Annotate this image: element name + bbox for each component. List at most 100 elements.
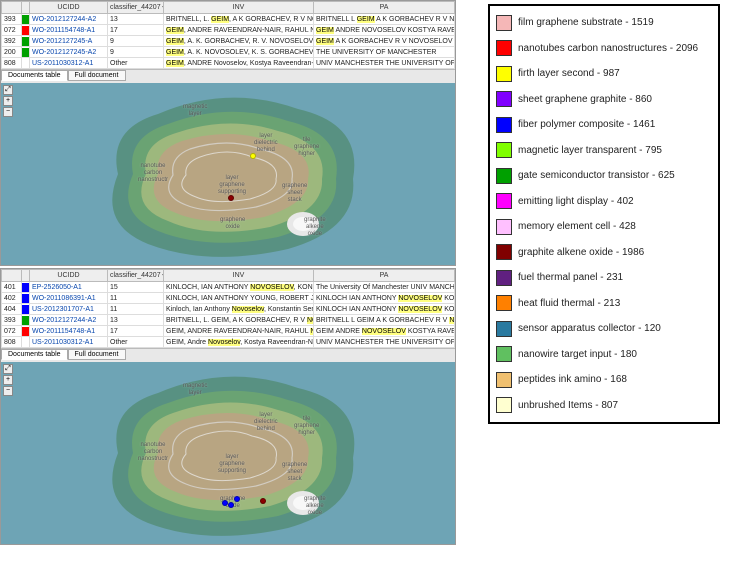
island-label: graphenesheetstack <box>282 462 307 483</box>
table-row[interactable]: 402 WO-2011086391-A1 11 KINLOCH, IAN ANT… <box>2 293 455 304</box>
table-row[interactable]: 392 WO-2012127245-A 9 GEIM, A. K. GORBAC… <box>2 36 455 47</box>
col-inv[interactable]: INV <box>164 270 314 282</box>
legend-item[interactable]: magnetic layer transparent - 795 <box>494 138 714 164</box>
legend-label: magnetic layer transparent - 795 <box>518 145 662 156</box>
table-row[interactable]: 072 WO-2011154748-A1 17 GEIM, ANDRE RAVE… <box>2 326 455 337</box>
ucidd-link[interactable]: US-2011030312-A1 <box>30 337 108 348</box>
ucidd-link[interactable]: WO-2012127245-A <box>30 36 108 47</box>
inv-cell: BRITNELL, L. GEIM, A K GORBACHEV, R V NO… <box>164 14 314 25</box>
map-marker[interactable] <box>260 498 266 504</box>
pa-cell: GEIM ANDRE NOVOSELOV KOSTYA RAVEENDRAN-N… <box>314 25 455 36</box>
table-row[interactable]: 401 EP-2526050-A1 15 KINLOCH, IAN ANTHON… <box>2 282 455 293</box>
island-label: grapheneoxide <box>220 217 245 231</box>
map-marker[interactable] <box>228 195 234 201</box>
col-index[interactable] <box>2 270 22 282</box>
zoom-out-button[interactable]: − <box>3 107 13 117</box>
table-row[interactable]: 808 US-2011030312-A1 Other GEIM, ANDRE N… <box>2 58 455 69</box>
island-label: graphenesheetstack <box>282 183 307 204</box>
row-index: 401 <box>2 282 22 293</box>
ucidd-link[interactable]: EP-2526050-A1 <box>30 282 108 293</box>
legend-swatch <box>496 295 512 311</box>
classifier-cell: 17 <box>108 25 164 36</box>
row-index: 404 <box>2 304 22 315</box>
results-table: UCIDD classifier_44207 INV PA 401 EP-252… <box>1 269 455 348</box>
legend-label: peptides ink amino - 168 <box>518 374 627 385</box>
ucidd-link[interactable]: WO-2012127244-A2 <box>30 14 108 25</box>
ucidd-link[interactable]: US-2012301707-A1 <box>30 304 108 315</box>
legend-item[interactable]: nanowire target input - 180 <box>494 342 714 368</box>
tab-documents[interactable]: Documents table <box>1 349 68 360</box>
tab-documents[interactable]: Documents table <box>1 70 68 81</box>
legend-label: film graphene substrate - 1519 <box>518 17 654 28</box>
map-marker[interactable] <box>250 153 256 159</box>
ucidd-link[interactable]: WO-2011086391-A1 <box>30 293 108 304</box>
row-index: 392 <box>2 36 22 47</box>
ucidd-link[interactable]: WO-2012127244-A2 <box>30 315 108 326</box>
table-row[interactable]: 200 WO-2012127245-A2 9 GEIM, A. K. NOVOS… <box>2 47 455 58</box>
legend-item[interactable]: sensor apparatus collector - 120 <box>494 316 714 342</box>
legend-label: emitting light display - 402 <box>518 196 634 207</box>
legend-item[interactable]: memory element cell - 428 <box>494 214 714 240</box>
legend-item[interactable]: unbrushed Items - 807 <box>494 393 714 419</box>
legend-swatch <box>496 270 512 286</box>
inv-cell: KINLOCH, IAN ANTHONY NOVOSELOV, KONSTANT… <box>164 282 314 293</box>
col-swatch[interactable] <box>22 2 30 14</box>
legend-item[interactable]: fuel thermal panel - 231 <box>494 265 714 291</box>
legend-item[interactable]: sheet graphene graphite - 860 <box>494 87 714 113</box>
row-swatch <box>22 337 30 348</box>
legend-item[interactable]: heat fluid thermal - 213 <box>494 291 714 317</box>
ucidd-link[interactable]: WO-2011154748-A1 <box>30 326 108 337</box>
legend-label: fuel thermal panel - 231 <box>518 272 623 283</box>
tab-full-document[interactable]: Full document <box>68 70 126 81</box>
ucidd-link[interactable]: WO-2012127245-A2 <box>30 47 108 58</box>
legend-label: nanotubes carbon nanostructures - 2096 <box>518 43 698 54</box>
legend-item[interactable]: fiber polymer composite - 1461 <box>494 112 714 138</box>
tab-full-document[interactable]: Full document <box>68 349 126 360</box>
cluster-map[interactable]: ⤢ + − magneticlayernanotubecarbonnanostr… <box>1 362 455 544</box>
col-classifier[interactable]: classifier_44207 <box>108 270 164 282</box>
legend-label: unbrushed Items - 807 <box>518 400 618 411</box>
row-index: 402 <box>2 293 22 304</box>
legend-item[interactable]: firth layer second - 987 <box>494 61 714 87</box>
row-swatch <box>22 304 30 315</box>
col-ucidd[interactable]: UCIDD <box>30 270 108 282</box>
col-swatch[interactable] <box>22 270 30 282</box>
table-row[interactable]: 808 US-2011030312-A1 Other GEIM, Andre N… <box>2 337 455 348</box>
col-index[interactable] <box>2 2 22 14</box>
col-ucidd[interactable]: UCIDD <box>30 2 108 14</box>
ucidd-link[interactable]: US-2011030312-A1 <box>30 58 108 69</box>
classifier-cell: 15 <box>108 282 164 293</box>
ucidd-link[interactable]: WO-2011154748-A1 <box>30 25 108 36</box>
zoom-in-button[interactable]: + <box>3 375 13 385</box>
expand-icon[interactable]: ⤢ <box>3 364 13 374</box>
legend-item[interactable]: peptides ink amino - 168 <box>494 367 714 393</box>
col-pa[interactable]: PA <box>314 270 455 282</box>
inv-cell: GEIM, Andre Novoselov, Kostya Raveendran… <box>164 337 314 348</box>
table-row[interactable]: 404 US-2012301707-A1 11 Kinloch, Ian Ant… <box>2 304 455 315</box>
classifier-cell: Other <box>108 337 164 348</box>
tab-bar: Documents tableFull document <box>1 348 455 362</box>
legend-item[interactable]: film graphene substrate - 1519 <box>494 10 714 36</box>
col-pa[interactable]: PA <box>314 2 455 14</box>
map-marker[interactable] <box>234 496 240 502</box>
col-classifier[interactable]: classifier_44207 <box>108 2 164 14</box>
table-row[interactable]: 393 WO-2012127244-A2 13 BRITNELL, L. GEI… <box>2 315 455 326</box>
legend-item[interactable]: emitting light display - 402 <box>494 189 714 215</box>
row-swatch <box>22 293 30 304</box>
cluster-map[interactable]: ⤢ + − magneticlayernanotubecarbonnanostr… <box>1 83 455 265</box>
legend-item[interactable]: gate semiconductor transistor - 625 <box>494 163 714 189</box>
row-index: 808 <box>2 337 22 348</box>
legend-item[interactable]: graphite alkene oxide - 1986 <box>494 240 714 266</box>
col-inv[interactable]: INV <box>164 2 314 14</box>
table-row[interactable]: 072 WO-2011154748-A1 17 GEIM, ANDRE RAVE… <box>2 25 455 36</box>
zoom-in-button[interactable]: + <box>3 96 13 106</box>
island-label: graphitealkeneoxide <box>304 217 326 238</box>
legend-item[interactable]: nanotubes carbon nanostructures - 2096 <box>494 36 714 62</box>
tab-bar: Documents tableFull document <box>1 69 455 83</box>
inv-cell: GEIM, A. K. GORBACHEV, R. V. NOVOSELOV, … <box>164 36 314 47</box>
zoom-out-button[interactable]: − <box>3 386 13 396</box>
expand-icon[interactable]: ⤢ <box>3 85 13 95</box>
map-marker[interactable] <box>228 502 234 508</box>
table-row[interactable]: 393 WO-2012127244-A2 13 BRITNELL, L. GEI… <box>2 14 455 25</box>
legend-swatch <box>496 142 512 158</box>
